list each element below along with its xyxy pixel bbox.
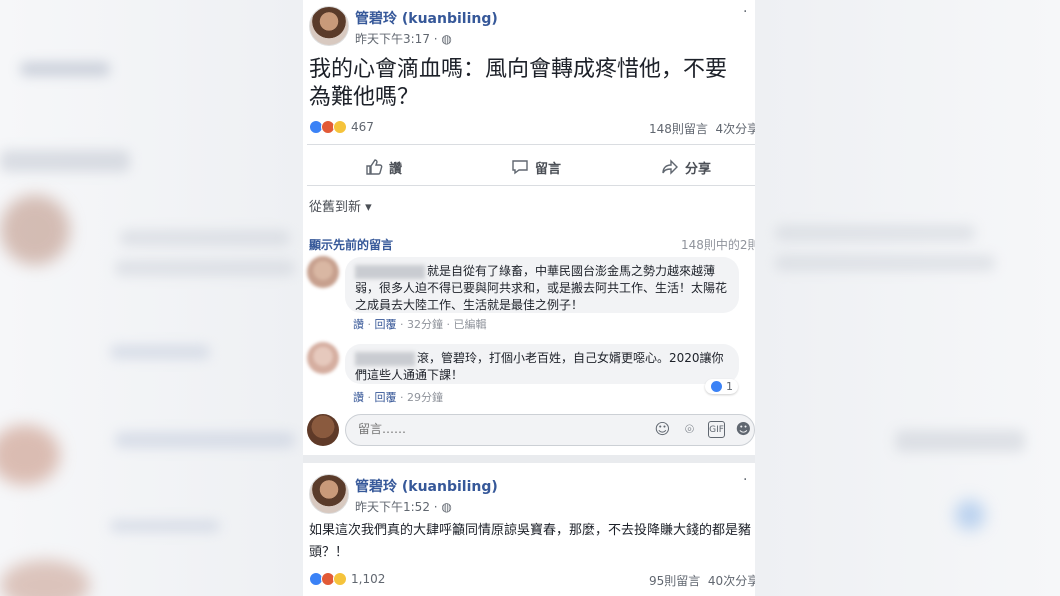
comments-count[interactable]: 95則留言: [649, 574, 700, 588]
comment-edited-label[interactable]: 已編輯: [454, 318, 487, 331]
comment-reply-link[interactable]: 回覆: [375, 318, 397, 331]
thumbs-up-icon: [366, 159, 383, 175]
post-menu-icon[interactable]: ·: [743, 472, 747, 488]
post-separator: [303, 455, 755, 463]
post-text: 我的心會滴血嗎：風向會轉成疼惜他，不要 為難他嗎？: [309, 56, 755, 112]
post-menu-icon[interactable]: ·: [743, 4, 747, 20]
shares-count[interactable]: 40次分享: [708, 574, 755, 588]
blurred-background-left: [0, 0, 303, 596]
comment-bubble: 滾，管碧玲，打個小老百姓，自己女婿更噁心。2020讓你們這些人通通下課！: [345, 344, 739, 384]
gif-icon[interactable]: GIF: [708, 421, 725, 438]
comment-share-stats[interactable]: 148則留言 4次分享: [649, 120, 755, 137]
reaction-count: 1,102: [351, 572, 386, 586]
sticker-icon[interactable]: ☻: [735, 421, 752, 438]
comment-composer[interactable]: ☺ ⌾ GIF ☻: [345, 414, 755, 446]
post-author[interactable]: 管碧玲 (kuanbiling): [355, 476, 498, 496]
author-avatar[interactable]: [309, 474, 349, 514]
commenter-avatar[interactable]: [307, 342, 339, 374]
share-button[interactable]: 分享: [661, 155, 711, 179]
reaction-count: 467: [351, 120, 374, 134]
post-text-line-1: 我的心會滴血嗎：風向會轉成疼惜他，不要: [309, 57, 728, 82]
reaction-summary[interactable]: 467: [309, 120, 374, 134]
comment-like-link[interactable]: 讚: [353, 391, 364, 404]
like-label: 讚: [389, 161, 403, 177]
comment-icon: [512, 160, 528, 175]
previous-comments-count: 148則中的2則: [681, 238, 755, 252]
comment-like-count: 1: [726, 380, 733, 393]
blurred-background-right: [755, 0, 1060, 596]
author-avatar[interactable]: [309, 6, 349, 46]
comment-button[interactable]: 留言: [511, 155, 561, 179]
comment-bubble: 就是自從有了綠畜，中華民國台澎金馬之勢力越來越薄弱，很多人迫不得已要與阿共求和，…: [345, 257, 739, 313]
comment-actions: 讚 · 回覆 · 29分鐘: [353, 391, 443, 404]
comment-time[interactable]: 32分鐘: [407, 318, 443, 331]
like-button[interactable]: 讚: [365, 155, 402, 179]
show-previous-comments-link[interactable]: 顯示先前的留言: [309, 236, 393, 253]
post-timestamp[interactable]: 昨天下午3:17 · ◍: [355, 30, 452, 47]
emoji-icon[interactable]: ☺: [654, 421, 671, 438]
comments-count[interactable]: 148則留言: [649, 122, 708, 136]
post-author[interactable]: 管碧玲 (kuanbiling): [355, 8, 498, 28]
sort-dropdown[interactable]: 從舊到新 ▾: [309, 196, 372, 215]
divider: [307, 144, 755, 145]
post-time[interactable]: 昨天下午3:17 ·: [355, 32, 441, 46]
comment-share-stats[interactable]: 95則留言 40次分享: [649, 572, 755, 589]
globe-icon: ◍: [441, 32, 452, 46]
my-avatar[interactable]: [307, 414, 339, 446]
blurred-commenter-name[interactable]: [355, 351, 415, 366]
comment-reply-link[interactable]: 回覆: [375, 391, 397, 404]
post-timestamp[interactable]: 昨天下午1:52 · ◍: [355, 498, 452, 515]
facebook-feed: 管碧玲 (kuanbiling) 昨天下午3:17 · ◍ · 我的心會滴血嗎：…: [303, 0, 755, 596]
comment-like-badge[interactable]: 1: [705, 379, 738, 394]
camera-icon[interactable]: ⌾: [681, 421, 698, 438]
globe-icon: ◍: [441, 500, 452, 514]
commenter-avatar[interactable]: [307, 256, 339, 288]
divider: [307, 185, 755, 186]
share-label: 分享: [685, 161, 712, 177]
haha-reaction-icon: [333, 120, 347, 134]
like-reaction-icon: [710, 380, 723, 393]
composer-icons: ☺ ⌾ GIF ☻: [654, 421, 752, 438]
reaction-summary[interactable]: 1,102: [309, 572, 385, 586]
comment-like-link[interactable]: 讚: [353, 318, 364, 331]
comment-actions: 讚 · 回覆 · 32分鐘 · 已編輯: [353, 318, 487, 331]
shares-count[interactable]: 4次分享: [716, 122, 755, 136]
comment-label: 留言: [535, 161, 562, 177]
share-icon: [662, 159, 678, 175]
post-text: 如果這次我們真的大肆呼籲同情原諒吳寶春，那麼，不去投降賺大錢的都是豬頭？！: [309, 523, 752, 560]
haha-reaction-icon: [333, 572, 347, 586]
blurred-commenter-name[interactable]: [355, 264, 425, 279]
post-text-line-2: 為難他嗎？: [309, 85, 420, 110]
post-time[interactable]: 昨天下午1:52 ·: [355, 500, 441, 514]
comment-input[interactable]: [358, 422, 578, 436]
comment-time[interactable]: 29分鐘: [407, 391, 443, 404]
